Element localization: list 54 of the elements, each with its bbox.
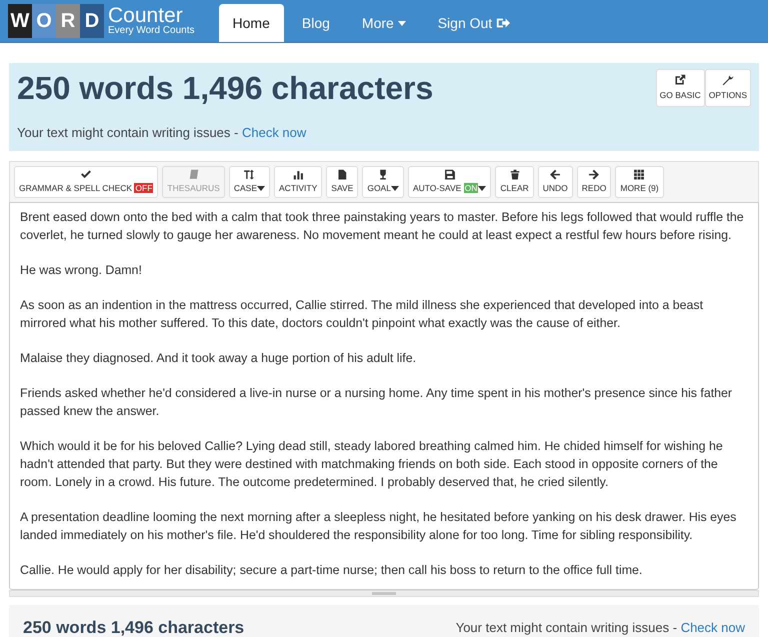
external-link-icon — [674, 74, 686, 86]
logo-name: Counter — [108, 6, 183, 26]
left-arrow-icon — [549, 168, 562, 180]
toolbar-button[interactable]: CASE — [228, 166, 270, 198]
caret-icon — [257, 186, 266, 192]
right-arrow-icon — [588, 168, 600, 180]
toolbar-button[interactable]: GOAL — [362, 166, 404, 198]
grid-icon — [633, 168, 646, 180]
options-button[interactable]: OPTIONS — [704, 69, 751, 107]
check-now-link[interactable]: Check now — [680, 620, 745, 635]
caret-icon — [390, 186, 399, 192]
check-now-link[interactable]: Check now — [242, 125, 306, 140]
word-count-heading: 250 words 1,496 characters — [17, 69, 434, 108]
paragraph: Friends asked whether he'd considered a live-in nurse or a nursing home. Any time spent in his mother's presence since his father passed knew the answer. — [20, 384, 734, 420]
paragraph: Malaise they diagnosed. And it took away a huge portion of his adult life. — [20, 350, 418, 367]
paragraph: A presentation deadline looming the next morning after a sleepless night, he hesitated before yanking on his desk drawer. His eyes landed immediately on his mother's file. He'd shouldered the responsibility alone for too long. Time for sibling responsibility. — [20, 508, 738, 544]
nav-tab[interactable]: Home — [218, 4, 284, 42]
nav-tab[interactable]: Sign Out — [424, 4, 524, 42]
writing-issues-text: Your text might contain writing issues - Check now — [456, 618, 745, 637]
writing-issues-text: Your text might contain writing issues - Check now — [17, 124, 308, 142]
toolbar-button[interactable]: REDO — [576, 166, 612, 198]
caret-icon — [478, 186, 486, 192]
toolbar-button[interactable]: MORE (9) — [615, 166, 664, 198]
logo-letter: R — [56, 4, 80, 38]
nav-tab[interactable]: Blog — [288, 4, 344, 42]
logo-tagline: Every Word Counts — [108, 26, 195, 36]
toolbar-button[interactable]: GRAMMAR & SPELL CHECK OFF — [14, 166, 158, 198]
go-basic-button[interactable]: GO BASIC — [656, 69, 705, 107]
checkmark-icon — [80, 168, 92, 180]
word-count-summary: 250 words 1,496 characters — [23, 616, 244, 637]
toolbar-button[interactable]: UNDO — [538, 166, 573, 198]
paragraph: Callie. He would apply for her disability; secure a part-time nurse; then call his boss to return to the office full time. — [20, 562, 644, 579]
text-editor[interactable] — [9, 202, 759, 590]
toolbar-button[interactable]: AUTO-SAVE ON — [408, 166, 492, 198]
toolbar-button[interactable]: CLEAR — [495, 166, 534, 198]
text-height-icon — [243, 168, 256, 180]
toggle-badge: ON — [464, 183, 478, 194]
wrench-icon — [722, 74, 734, 86]
sign-out-icon — [496, 16, 510, 30]
bar-chart-icon — [292, 168, 304, 180]
trash-icon — [508, 168, 521, 180]
toolbar-button[interactable]: SAVE — [326, 166, 358, 198]
paragraph: Which would it be for his beloved Callie? Lying dead still, steady labored breathing calmed him. He chided himself for wishing he hadn't attended that party. But they were destined with matchmaking friends on both side. Each stood in opposite corners of the room. Lonely in a crowd. His future. The outcome predetermined. I probably deserved that, he cried silently. — [20, 438, 724, 491]
logo-letter: O — [32, 4, 56, 38]
save-file-icon — [336, 168, 348, 180]
toggle-badge: OFF — [134, 183, 154, 194]
caret-icon — [398, 20, 406, 26]
toolbar-button[interactable]: ACTIVITY — [274, 166, 322, 198]
paragraph: He was wrong. Damn! — [20, 262, 143, 279]
paragraph: As soon as an indention in the mattress occurred, Callie stirred. The mild illness she experienced that developed into a beast mirrored what his mother suffered. To this date, doctors couldn't pinpoint what exactly was the cause of either. — [20, 296, 704, 332]
logo-letter: D — [80, 4, 104, 38]
logo-letter: W — [8, 4, 32, 38]
paragraph: Brent eased down onto the bed with a calm that took three painstaking years to master. Before his legs followed that would ruffle the coverlet, he turned slowly to gauge her awareness. No movement meant he could at least expect a restful few hours before rising. — [20, 208, 745, 244]
nav-tab[interactable]: More — [348, 4, 420, 42]
